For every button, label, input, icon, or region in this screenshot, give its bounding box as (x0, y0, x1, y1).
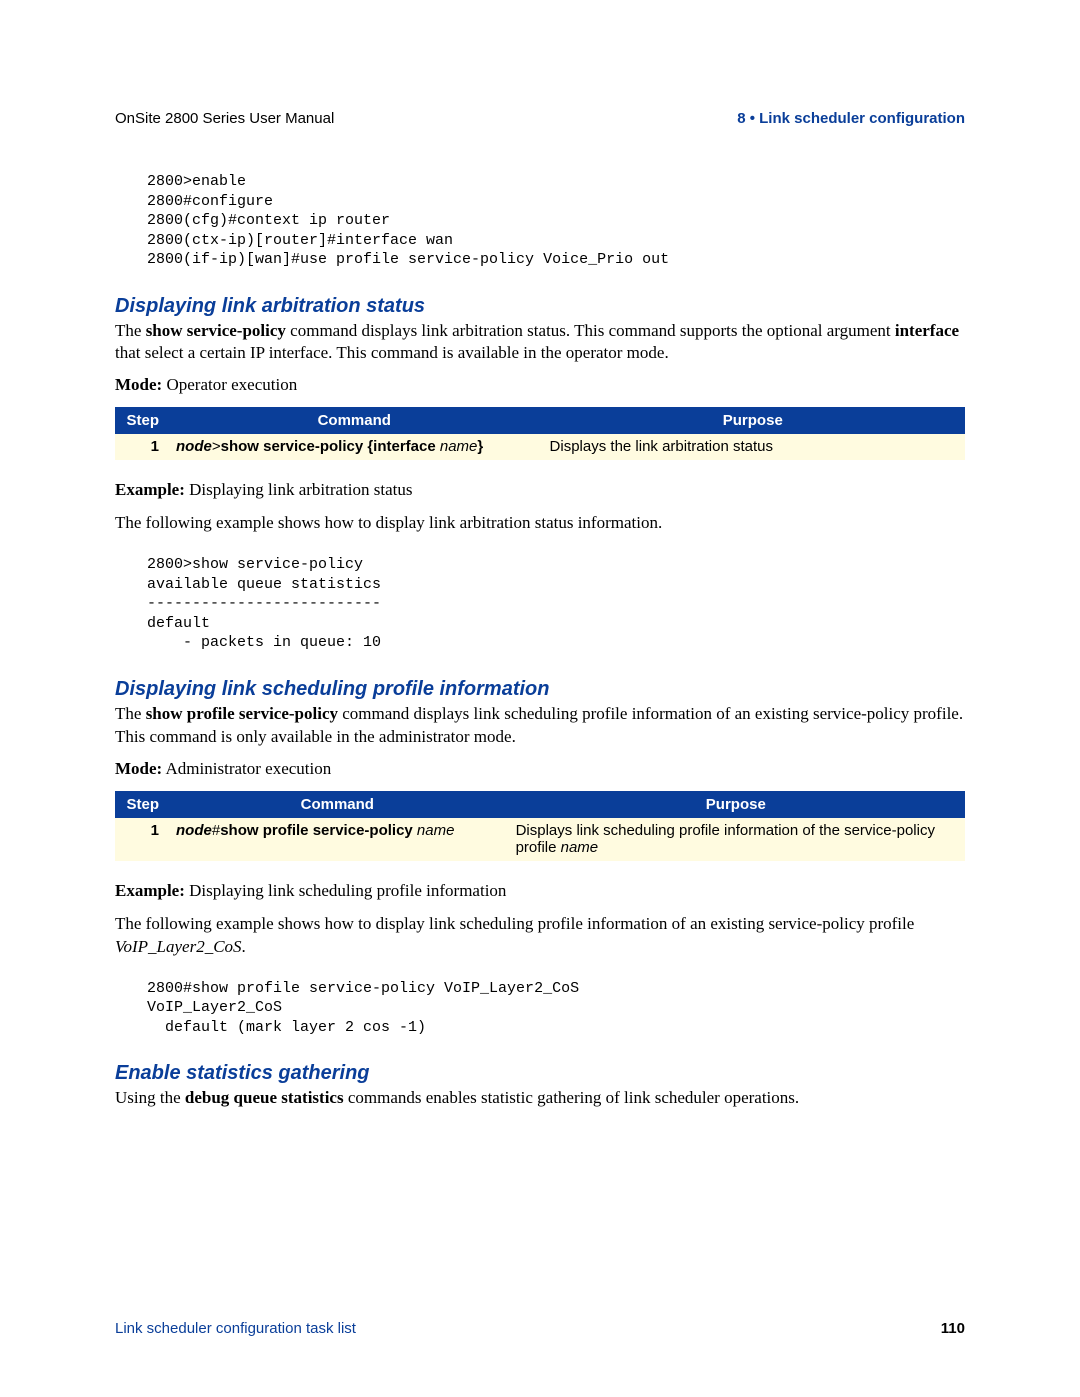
code-block-2: 2800>show service-policy available queue… (147, 555, 965, 653)
sec1-para2: The following example shows how to displ… (115, 512, 965, 535)
section-title-stats: Enable statistics gathering (115, 1062, 965, 1085)
sec3-para1: Using the debug queue statistics command… (115, 1087, 965, 1110)
table-arbitration: Step Command Purpose 1 node>show service… (115, 407, 965, 460)
section-title-arbitration: Displaying link arbitration status (115, 295, 965, 318)
th-command: Command (168, 791, 508, 817)
th-command: Command (168, 408, 542, 434)
table-row: 1 node>show service-policy {interface na… (116, 434, 965, 460)
page-header: OnSite 2800 Series User Manual 8 • Link … (115, 110, 965, 127)
sec1-para1: The show service-policy command displays… (115, 320, 965, 366)
code-block-3: 2800#show profile service-policy VoIP_La… (147, 979, 965, 1038)
cell-purpose: Displays link scheduling profile informa… (507, 817, 964, 860)
sec2-para1: The show profile service-policy command … (115, 703, 965, 749)
header-right: 8 • Link scheduler configuration (737, 110, 965, 127)
cell-purpose: Displays the link arbitration status (541, 434, 964, 460)
footer-left: Link scheduler configuration task list (115, 1320, 356, 1337)
section-title-profile: Displaying link scheduling profile infor… (115, 678, 965, 701)
page-footer: Link scheduler configuration task list 1… (115, 1320, 965, 1337)
th-purpose: Purpose (507, 791, 964, 817)
code-block-1: 2800>enable 2800#configure 2800(cfg)#con… (147, 172, 965, 270)
page-number: 110 (941, 1320, 965, 1337)
sec1-example-line: Example: Displaying link arbitration sta… (115, 480, 965, 500)
cell-step: 1 (116, 817, 168, 860)
sec2-mode: Mode: Administrator execution (115, 759, 965, 779)
cell-command: node>show service-policy {interface name… (168, 434, 542, 460)
th-step: Step (116, 791, 168, 817)
header-left: OnSite 2800 Series User Manual (115, 110, 334, 127)
cell-step: 1 (116, 434, 168, 460)
sec2-para2: The following example shows how to displ… (115, 913, 965, 959)
th-step: Step (116, 408, 168, 434)
th-purpose: Purpose (541, 408, 964, 434)
table-row: 1 node#show profile service-policy name … (116, 817, 965, 860)
table-profile: Step Command Purpose 1 node#show profile… (115, 791, 965, 861)
sec1-mode: Mode: Operator execution (115, 375, 965, 395)
cell-command: node#show profile service-policy name (168, 817, 508, 860)
sec2-example-line: Example: Displaying link scheduling prof… (115, 881, 965, 901)
